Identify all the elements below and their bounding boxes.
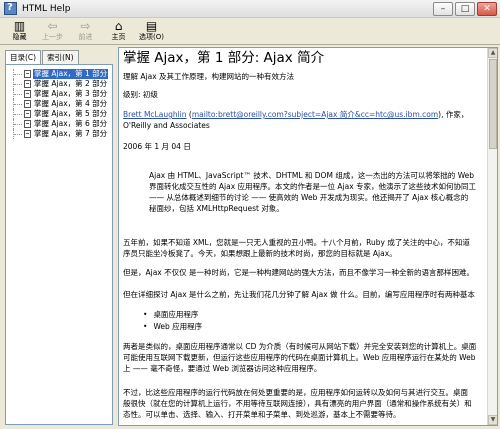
paragraph-line: 般很快（就在您的计算机上运行，不用等待互联网连接），具有漂亮的用户界面（通常和操… [123,399,472,408]
document-icon [24,120,31,128]
home-button[interactable]: ⌂ 主页 [102,18,135,45]
contents-tree: 掌握 Ajax，第 1 部分 掌握 Ajax，第 2 部分 掌握 Ajax，第 … [5,64,113,425]
abstract-line: 界面转化成交互性的 Ajax 应用程序。本文的作者是一位 Ajax 专家，他演示… [149,182,477,191]
article: 掌握 Ajax，第 1 部分: Ajax 简介 理解 Ajax 及其工作原理，构… [123,48,487,425]
document-icon [24,130,31,138]
navigation-pane: 目录(C) 索引(N) 掌握 Ajax，第 1 部分 掌握 Ajax，第 2 部… [3,47,115,426]
hide-icon: ▥ [13,19,26,33]
tree-item-label: 掌握 Ajax，第 5 部分 [34,109,108,118]
tree-item[interactable]: 掌握 Ajax，第 5 部分 [6,109,112,119]
hide-button[interactable]: ▥ 隐藏 [3,18,36,45]
options-label: 选项(O) [139,33,164,41]
tree-item[interactable]: 掌握 Ajax，第 4 部分 [6,99,112,109]
article-title: 掌握 Ajax，第 1 部分: Ajax 简介 [123,50,325,66]
paragraph-line: 态性。可以单击、选择、输入、打开菜单和子菜单、到处巡游，基本上不需要等待。 [123,410,401,419]
topic-content-pane[interactable]: 掌握 Ajax，第 1 部分: Ajax 简介 理解 Ajax 及其工作原理，构… [118,47,498,426]
document-icon [24,100,31,108]
paragraph-line: 五年前，如果不知道 XML，您就是一只无人重视的丑小鸭。十八个月前，Ruby 成… [123,238,470,247]
tab-index[interactable]: 索引(N) [42,50,79,64]
author-email-link[interactable]: mailto:brett@oreilly.com?subject=Ajax 简介… [192,110,438,119]
title-bar[interactable]: HTML Help – □ ✕ [0,0,500,18]
minimize-button[interactable]: – [433,2,453,16]
options-button[interactable]: ▤ 选项(O) [135,18,168,45]
maximize-button[interactable]: □ [455,2,475,16]
help-window: HTML Help – □ ✕ ▥ 隐藏 ⇦ 上一步 ⇨ 前进 ⌂ 主页 ▤ 选… [0,0,500,429]
document-icon [24,80,31,88]
vertical-scrollbar[interactable]: ▲ ▼ [487,48,497,425]
tree-item-label: 掌握 Ajax，第 7 部分 [34,129,108,138]
paragraph-line: 可能使用互联网下载更新，但运行这些应用程序的代码在桌面计算机上。Web 应用程序… [123,353,476,362]
tree-connector [13,109,23,119]
author-link[interactable]: Brett McLaughlin [123,110,187,119]
tree-item-label: 掌握 Ajax，第 4 部分 [34,99,108,108]
author-line: Brett McLaughlin (mailto:brett@oreilly.c… [123,110,468,120]
home-label: 主页 [111,33,126,41]
tab-contents[interactable]: 目录(C) [5,50,42,65]
tree-connector [13,69,23,79]
forward-button[interactable]: ⇨ 前进 [69,18,102,45]
abstract-line: 秘面纱，包括 XMLHttpRequest 对象。 [149,204,284,213]
toolbar: ▥ 隐藏 ⇦ 上一步 ⇨ 前进 ⌂ 主页 ▤ 选项(O) [0,18,500,45]
article-subtitle: 理解 Ajax 及其工作原理，构建网站的一种有效方法 [123,72,295,81]
tree-item[interactable]: 掌握 Ajax，第 7 部分 [6,129,112,139]
paragraph-line: 上 —— 毫不奇怪，要通过 Web 浏览器访问这种应用程序。 [123,364,322,373]
help-app-icon [4,2,17,15]
author-suffix: ), 作家， [438,110,469,119]
paragraph-line: 两者是类似的，桌面应用程序通常以 CD 为介质（有时候可从网站下载）并完全安装到… [123,342,477,351]
list-item: 桌面应用程序 [143,310,198,320]
tree-connector [13,119,23,129]
abstract-line: Ajax 由 HTML、JavaScript™ 技术、DHTML 和 DOM 组… [149,171,475,180]
tree-item-label: 掌握 Ajax，第 2 部分 [34,79,108,88]
date-text: 2006 年 1 月 04 日 [123,142,191,151]
paragraph-line: 但是，Ajax 不仅仅 是一种时尚，它是一种构建网站的强大方法，而且不像学习一种… [123,268,475,277]
document-icon [24,70,31,78]
tree-connector [13,99,23,109]
options-icon: ▤ [145,19,158,33]
paragraph-line: 但在详细探讨 Ajax 是什么之前，先让我们花几分钟了解 Ajax 做 什么。目… [123,290,475,299]
tree-item-label: 掌握 Ajax，第 3 部分 [34,89,108,98]
level-text: 级别: 初级 [123,90,158,99]
list-item: Web 应用程序 [143,322,202,332]
back-button[interactable]: ⇦ 上一步 [36,18,69,45]
scroll-down-icon[interactable]: ▼ [488,415,497,425]
window-title: HTML Help [22,3,71,14]
scroll-thumb[interactable] [489,59,497,149]
back-label: 上一步 [42,33,63,41]
tree-item-label: 掌握 Ajax，第 1 部分 [33,69,109,79]
tree-item[interactable]: 掌握 Ajax，第 1 部分 [6,69,112,79]
document-icon [24,90,31,98]
close-button[interactable]: ✕ [477,2,497,16]
publisher-text: O'Reilly and Associates [123,121,210,130]
forward-arrow-icon: ⇨ [80,19,91,33]
home-icon: ⌂ [114,19,123,33]
hide-label: 隐藏 [12,33,27,41]
abstract-line: —— 从总体概述到细节的讨论 —— 使高效的 Web 开发成为现实。他还揭开了 … [149,193,469,202]
tree-item-label: 掌握 Ajax，第 6 部分 [34,119,108,128]
document-icon [24,110,31,118]
tree-connector [13,79,23,89]
back-arrow-icon: ⇦ [47,19,58,33]
scroll-up-icon[interactable]: ▲ [488,48,497,58]
tree-connector [13,129,23,139]
tree-item[interactable]: 掌握 Ajax，第 2 部分 [6,79,112,89]
tree-connector [13,89,23,99]
paragraph-line: 不过，比这些应用程序的运行代码放在何处更重要的是，应用程序如何运转以及如何与其进… [123,388,468,397]
tree-item[interactable]: 掌握 Ajax，第 3 部分 [6,89,112,99]
navigation-tabs: 目录(C) 索引(N) [5,50,80,65]
tree-item[interactable]: 掌握 Ajax，第 6 部分 [6,119,112,129]
paragraph-line: 序员只能坐冷板凳了。今天，如果想跟上最新的技术时尚，那您的目标就是 Ajax。 [123,249,397,258]
forward-label: 前进 [78,33,93,41]
